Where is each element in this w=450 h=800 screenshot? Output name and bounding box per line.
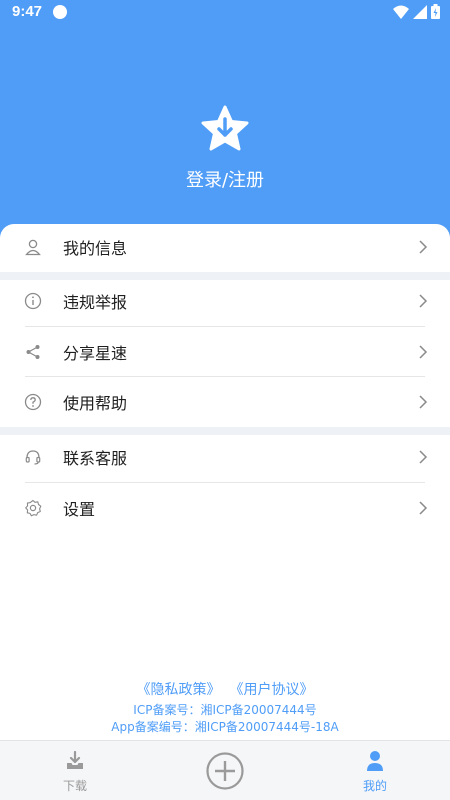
battery-icon bbox=[431, 4, 440, 19]
bottom-tab-bar: 下载 我的 bbox=[0, 740, 450, 800]
user-icon bbox=[25, 239, 41, 256]
download-icon bbox=[67, 751, 83, 769]
menu-item-label: 使用帮助 bbox=[63, 394, 128, 413]
share-icon bbox=[26, 345, 40, 359]
login-register-link[interactable]: 登录/注册 bbox=[0, 166, 450, 192]
legal-links: 《隐私政策》 《用户协议》 bbox=[0, 679, 450, 699]
status-bar: 9:47 bbox=[0, 0, 450, 24]
tab-label: 我的 bbox=[362, 779, 387, 793]
menu-item-help[interactable]: 使用帮助 bbox=[0, 377, 450, 427]
chevron-right-icon bbox=[419, 240, 428, 254]
tab-mine[interactable]: 我的 bbox=[335, 741, 415, 800]
notification-dot-icon bbox=[53, 5, 67, 19]
menu-item-label: 设置 bbox=[63, 500, 96, 519]
info-icon bbox=[24, 292, 42, 310]
icp-record: ICP备案号：湘ICP备20007444号 bbox=[133, 703, 317, 717]
user-agreement-link[interactable]: 《用户协议》 bbox=[237, 682, 314, 698]
chevron-right-icon bbox=[419, 345, 428, 359]
chevron-right-icon bbox=[419, 294, 428, 308]
user-profile-icon bbox=[367, 751, 383, 771]
menu-item-label: 联系客服 bbox=[63, 449, 128, 468]
privacy-policy-link[interactable]: 《隐私政策》 bbox=[137, 682, 221, 698]
status-time: 9:47 bbox=[12, 3, 43, 20]
app-logo-icon[interactable] bbox=[200, 105, 250, 155]
status-icons bbox=[393, 4, 440, 19]
menu-item-label: 违规举报 bbox=[63, 293, 128, 312]
add-icon[interactable] bbox=[205, 751, 245, 791]
app-icp-record: App备案编号：湘ICP备20007444号-18A bbox=[111, 720, 339, 734]
help-icon bbox=[24, 393, 42, 411]
menu-item-label: 分享星速 bbox=[63, 344, 128, 363]
tab-download[interactable]: 下载 bbox=[35, 741, 115, 800]
tab-label: 下载 bbox=[62, 779, 87, 793]
menu-item-customer-service[interactable]: 联系客服 bbox=[0, 432, 450, 482]
menu-item-report[interactable]: 违规举报 bbox=[0, 276, 450, 326]
profile-header: 9:47 登录/注册 bbox=[0, 0, 450, 240]
wifi-icon bbox=[393, 5, 409, 19]
menu-item-share[interactable]: 分享星速 bbox=[0, 327, 450, 377]
chevron-right-icon bbox=[419, 395, 428, 409]
gear-icon bbox=[25, 499, 42, 517]
menu-item-label: 我的信息 bbox=[63, 239, 128, 258]
menu-item-settings[interactable]: 设置 bbox=[0, 483, 450, 533]
chevron-right-icon bbox=[419, 450, 428, 464]
headset-icon bbox=[25, 450, 41, 465]
signal-icon bbox=[413, 4, 427, 19]
chevron-right-icon bbox=[419, 501, 428, 515]
menu-item-my-info[interactable]: 我的信息 bbox=[0, 222, 450, 272]
